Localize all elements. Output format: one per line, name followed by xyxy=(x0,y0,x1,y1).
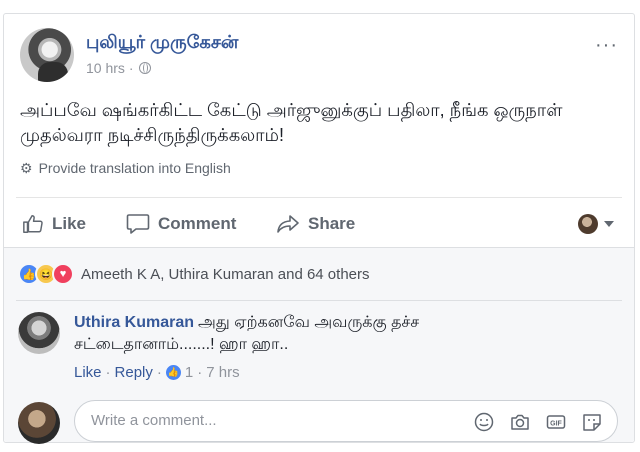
translation-label: Provide translation into English xyxy=(38,160,231,176)
reactors-text[interactable]: Ameeth K A, Uthira Kumaran and 64 others xyxy=(81,266,370,283)
divider xyxy=(16,197,622,198)
more-options-icon[interactable]: ··· xyxy=(595,34,618,57)
comment-like-count[interactable]: 1 xyxy=(185,364,193,381)
comment-icon xyxy=(126,214,150,234)
love-icon: ♥ xyxy=(52,263,74,285)
engagement-section: 👍 😆 ♥ Ameeth K A, Uthira Kumaran and 64 … xyxy=(4,247,634,444)
share-button[interactable]: Share xyxy=(276,210,355,238)
sticker-icon[interactable] xyxy=(581,411,603,433)
separator: · xyxy=(156,364,162,381)
comment-time[interactable]: 7 hrs xyxy=(206,364,239,381)
author-name[interactable]: புலியூர் முருகேசன் xyxy=(86,32,238,55)
comment-input[interactable] xyxy=(89,411,433,430)
comment-reply-link[interactable]: Reply xyxy=(115,364,153,381)
gear-icon: ⚙ xyxy=(20,160,33,176)
comment-like-link[interactable]: Like xyxy=(74,364,102,381)
post-meta: 10 hrs · xyxy=(86,60,152,76)
post-time[interactable]: 10 hrs xyxy=(86,60,125,76)
comment-label: Comment xyxy=(158,214,237,233)
globe-icon[interactable] xyxy=(139,62,152,74)
commenter-avatar[interactable] xyxy=(18,312,60,354)
gif-icon[interactable]: GIF xyxy=(545,411,567,433)
separator: · xyxy=(197,364,203,381)
thumbs-up-icon xyxy=(23,215,43,233)
action-bar: Like Comment Share xyxy=(18,210,622,238)
comment-button[interactable]: Comment xyxy=(126,210,236,238)
meta-separator: · xyxy=(128,60,134,76)
translation-link[interactable]: ⚙ Provide translation into English xyxy=(20,160,231,177)
emoji-icon[interactable] xyxy=(473,411,495,433)
divider xyxy=(16,300,622,301)
camera-icon[interactable] xyxy=(509,411,531,433)
like-label: Like xyxy=(52,214,87,233)
comment-actions: Like · Reply · 👍 1 · 7 hrs xyxy=(74,364,240,381)
separator: · xyxy=(105,364,111,381)
chevron-down-icon[interactable] xyxy=(604,221,614,227)
post-header: புலியூர் முருகேசன் 10 hrs · ··· xyxy=(20,28,622,84)
current-user-avatar xyxy=(18,402,60,444)
comment: Uthira Kumaran அது ஏற்கனவே அவருக்கு தச்ச … xyxy=(18,312,620,392)
comment-composer: GIF xyxy=(18,400,620,444)
reactions-summary[interactable]: 👍 😆 ♥ Ameeth K A, Uthira Kumaran and 64 … xyxy=(18,263,370,285)
comment-input-box[interactable]: GIF xyxy=(74,400,618,442)
author-avatar[interactable] xyxy=(20,28,74,82)
svg-text:GIF: GIF xyxy=(550,421,562,428)
like-icon: 👍 xyxy=(165,365,181,380)
post-text: அப்பவே ஷங்கர்கிட்ட கேட்டு அர்ஜுனுக்குப் … xyxy=(20,100,563,145)
post-card: புலியூர் முருகேசன் 10 hrs · ··· அப்பவே ஷ… xyxy=(3,13,635,444)
viewer-avatar[interactable] xyxy=(578,214,598,234)
share-label: Share xyxy=(308,214,356,233)
share-icon xyxy=(277,215,299,233)
comment-body: Uthira Kumaran அது ஏற்கனவே அவருக்கு தச்ச … xyxy=(74,312,534,356)
like-button[interactable]: Like xyxy=(22,210,86,238)
commenter-name[interactable]: Uthira Kumaran xyxy=(74,314,194,331)
